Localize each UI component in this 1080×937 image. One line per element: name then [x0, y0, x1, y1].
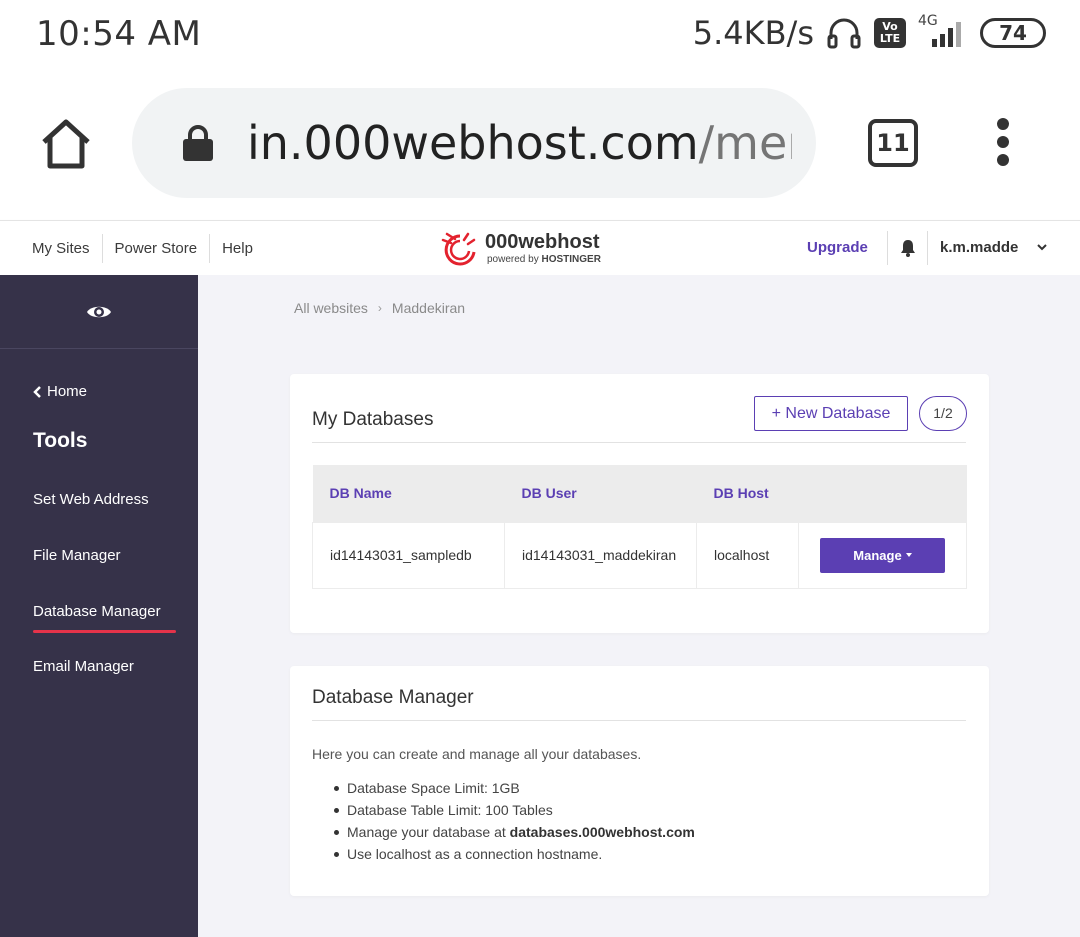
table-row: id14143031_sampledb id14143031_maddekira… — [312, 521, 967, 589]
sidebar-item-set-web-address[interactable]: Set Web Address — [33, 491, 149, 508]
list-item: Manage your database at databases.000web… — [334, 821, 695, 843]
sidebar: Home Tools Set Web Address File Manager … — [0, 275, 198, 937]
main-content: All websites › Maddekiran My Databases +… — [198, 275, 1080, 937]
db-user-cell: id14143031_maddekiran — [504, 521, 697, 589]
list-item: Database Space Limit: 1GB — [334, 777, 695, 799]
databases-link[interactable]: databases.000webhost.com — [510, 824, 695, 840]
overflow-menu-icon[interactable] — [990, 118, 1016, 168]
card-title: Database Manager — [312, 687, 474, 708]
breadcrumb-current: Maddekiran — [391, 300, 466, 316]
site-logo[interactable]: 000webhost powered by HOSTINGER — [438, 230, 618, 268]
tab-switcher-button[interactable]: 11 — [868, 119, 918, 167]
url-text: in.000webhost.com/memb — [247, 116, 792, 170]
card-intro-text: Here you can create and manage all your … — [312, 746, 642, 762]
header-divider — [887, 231, 888, 265]
browser-toolbar: in.000webhost.com/memb 11 — [0, 70, 1080, 220]
manage-button[interactable]: Manage — [820, 537, 945, 573]
bell-icon[interactable] — [900, 239, 916, 257]
battery-icon: 74 — [980, 18, 1046, 48]
breadcrumb-separator: › — [377, 301, 382, 315]
card-title: My Databases — [312, 409, 434, 430]
database-manager-card: Database Manager Here you can create and… — [290, 666, 989, 896]
volte-bottom: LTE — [879, 32, 901, 45]
sidebar-section-title: Tools — [33, 429, 88, 452]
caret-down-icon — [905, 553, 912, 557]
list-item: Use localhost as a connection hostname. — [334, 843, 695, 865]
volte-icon: Vo LTE — [874, 18, 906, 48]
logo-name: 000webhost — [485, 231, 600, 253]
breadcrumb-all-websites[interactable]: All websites — [294, 300, 368, 316]
logo-swirl-icon — [441, 232, 476, 266]
list-item-text: Manage your database at — [347, 824, 506, 840]
headset-icon — [827, 18, 861, 49]
url-path: /memb — [698, 116, 792, 170]
column-header-db-host: DB Host — [696, 465, 799, 522]
clock: 10:54 AM — [36, 14, 202, 54]
database-count-badge: 1/2 — [919, 396, 967, 431]
nav-my-sites[interactable]: My Sites — [20, 234, 103, 263]
signal-bars — [932, 22, 961, 47]
status-bar: 10:54 AM 5.4KB/s Vo LTE 4G 74 — [0, 0, 1080, 70]
limits-list: Database Space Limit: 1GB Database Table… — [334, 777, 695, 865]
user-menu[interactable]: k.m.madde — [940, 239, 1018, 256]
logo-tagline-brand: HOSTINGER — [541, 254, 601, 265]
column-header-actions — [798, 465, 967, 522]
top-nav: My Sites Power Store Help — [20, 234, 265, 263]
address-bar[interactable]: in.000webhost.com/memb — [132, 88, 816, 198]
url-host: in.000webhost.com — [247, 116, 699, 170]
site-header: My Sites Power Store Help 000webhost pow… — [0, 220, 1080, 275]
chevron-down-icon[interactable] — [1036, 241, 1048, 253]
sidebar-home-label: Home — [47, 383, 88, 400]
nav-power-store[interactable]: Power Store — [103, 234, 211, 263]
databases-table: DB Name DB User DB Host id14143031_sampl… — [312, 465, 967, 589]
sidebar-item-email-manager[interactable]: Email Manager — [33, 658, 134, 675]
db-host-cell: localhost — [696, 521, 799, 589]
sidebar-item-database-manager[interactable]: Database Manager — [33, 603, 176, 633]
db-name-cell: id14143031_sampledb — [312, 521, 505, 589]
network-speed: 5.4KB/s — [692, 14, 814, 52]
new-database-button[interactable]: + New Database — [754, 396, 908, 431]
home-icon[interactable] — [38, 116, 94, 172]
sidebar-item-file-manager[interactable]: File Manager — [33, 547, 121, 564]
eye-icon[interactable] — [86, 302, 112, 322]
chevron-left-icon — [33, 385, 41, 398]
sidebar-divider — [0, 348, 198, 349]
header-divider — [927, 231, 928, 265]
column-header-db-name: DB Name — [312, 465, 505, 522]
status-icons: 5.4KB/s Vo LTE 4G 74 — [692, 13, 1046, 52]
breadcrumb: All websites › Maddekiran — [294, 300, 465, 316]
upgrade-link[interactable]: Upgrade — [807, 239, 868, 256]
lock-icon — [183, 125, 213, 161]
card-divider — [312, 442, 966, 443]
nav-help[interactable]: Help — [210, 234, 265, 263]
card-divider — [312, 720, 966, 721]
list-item: Database Table Limit: 100 Tables — [334, 799, 695, 821]
my-databases-card: My Databases + New Database 1/2 DB Name … — [290, 374, 989, 633]
manage-button-label: Manage — [853, 547, 902, 563]
table-header-row: DB Name DB User DB Host — [312, 465, 967, 522]
logo-tagline: powered by HOSTINGER — [487, 254, 601, 265]
signal-icon: 4G — [918, 13, 968, 51]
db-actions-cell: Manage — [798, 521, 967, 589]
logo-tagline-prefix: powered by — [487, 254, 539, 265]
column-header-db-user: DB User — [504, 465, 697, 522]
sidebar-home-link[interactable]: Home — [33, 383, 87, 400]
